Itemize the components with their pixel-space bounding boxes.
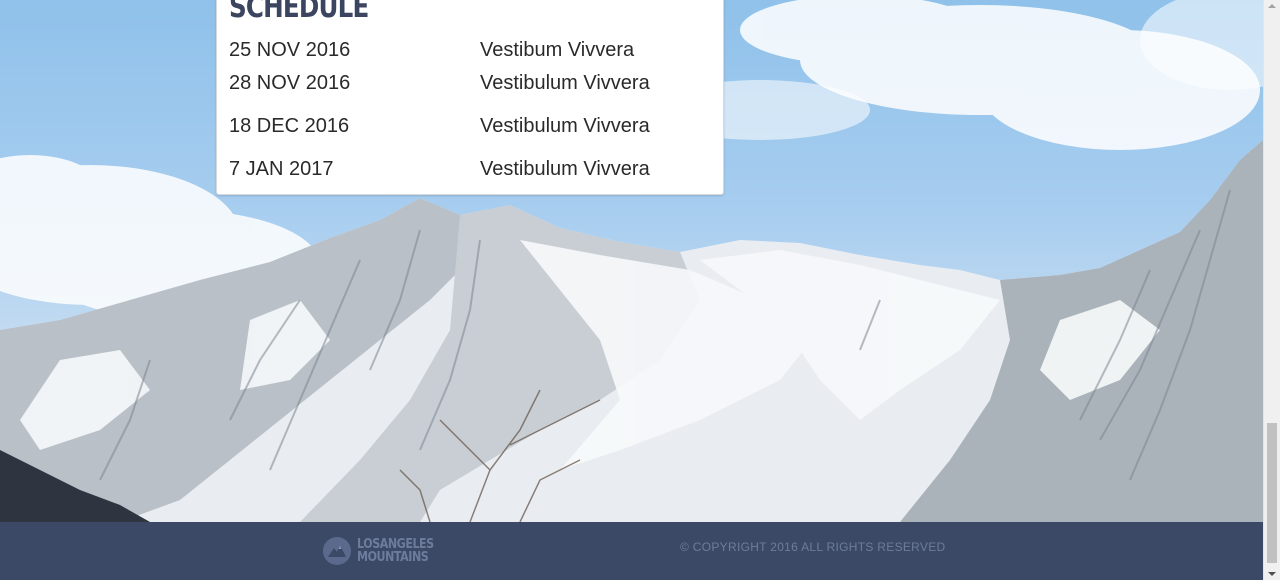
schedule-row: 18 DEC 2016 Vestibulum Vivvera: [229, 113, 719, 139]
scroll-down-arrow-icon[interactable]: [1268, 572, 1276, 576]
schedule-date: 28 NOV 2016: [229, 72, 351, 94]
schedule-event: Vestibulum Vivvera: [480, 158, 650, 180]
vertical-scrollbar[interactable]: [1263, 0, 1280, 580]
footer-logo[interactable]: LOSANGELES MOUNTAINS: [322, 536, 447, 566]
schedule-title: SCHEDULE: [229, 0, 369, 25]
schedule-event: Vestibum Vivvera: [480, 39, 635, 61]
schedule-row: 7 JAN 2017 Vestibulum Vivvera: [229, 156, 719, 182]
page: SCHEDULE 25 NOV 2016 Vestibum Vivvera 28…: [0, 0, 1280, 580]
schedule-date: 18 DEC 2016: [229, 115, 350, 137]
schedule-row: 25 NOV 2016 Vestibum Vivvera: [229, 37, 719, 63]
schedule-event: Vestibulum Vivvera: [480, 72, 650, 94]
schedule-date: 7 JAN 2017: [229, 158, 334, 180]
logo-line-2: MOUNTAINS: [357, 550, 429, 565]
logo-text: LOSANGELES MOUNTAINS: [357, 538, 434, 564]
scrollbar-thumb[interactable]: [1267, 423, 1277, 563]
schedule-date: 25 NOV 2016: [229, 39, 351, 61]
footer: LOSANGELES MOUNTAINS © COPYRIGHT 2016 AL…: [0, 522, 1263, 580]
mountain-logo-icon: [323, 537, 351, 565]
schedule-event: Vestibulum Vivvera: [480, 115, 650, 137]
copyright-text: © COPYRIGHT 2016 ALL RIGHTS RESERVED: [680, 540, 946, 554]
schedule-card: SCHEDULE 25 NOV 2016 Vestibum Vivvera 28…: [216, 0, 724, 195]
schedule-row: 28 NOV 2016 Vestibulum Vivvera: [229, 70, 719, 96]
scroll-up-arrow-icon[interactable]: [1268, 4, 1276, 8]
